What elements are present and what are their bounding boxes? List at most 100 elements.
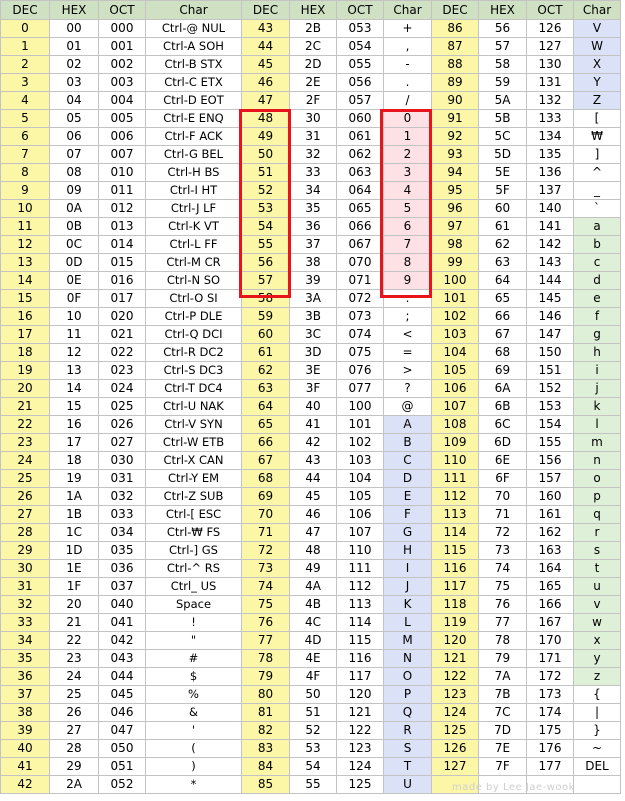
dec-cell-2: 75 (241, 595, 290, 614)
char-cell-1: % (145, 685, 242, 704)
char-cell-1: Ctrl-W ETB (145, 433, 242, 452)
oct-cell-2: 067 (336, 235, 384, 254)
hex-cell-1: 0E (49, 271, 99, 290)
char-cell-1: ' (145, 721, 242, 740)
oct-cell-1: 037 (98, 577, 146, 596)
char-cell-1: Ctrl-E ENQ (145, 109, 242, 128)
dec-cell-2: 72 (241, 541, 290, 560)
oct-cell-1: 016 (98, 271, 146, 290)
dec-cell-3: 108 (431, 415, 479, 434)
hex-cell-2: 2D (289, 55, 337, 74)
table-row: 34 22 042 " 77 4D 115 M 120 78 170 x (0, 631, 621, 650)
hex-cell-3: 79 (478, 649, 527, 668)
hex-cell-3: 62 (478, 235, 527, 254)
oct-cell-3: 136 (526, 163, 574, 182)
oct-cell-3: 132 (526, 91, 574, 110)
dec-cell-2: 62 (241, 361, 290, 380)
dec-cell-1: 36 (0, 667, 50, 686)
hex-cell-1: 0C (49, 235, 99, 254)
dec-cell-1: 11 (0, 217, 50, 236)
hex-cell-2: 4D (289, 631, 337, 650)
dec-cell-2: 52 (241, 181, 290, 200)
oct-cell-1: 043 (98, 649, 146, 668)
dec-cell-2: 53 (241, 199, 290, 218)
hex-cell-1: 23 (49, 649, 99, 668)
hex-cell-3: 71 (478, 505, 527, 524)
oct-cell-3: 151 (526, 361, 574, 380)
hex-cell-1: 08 (49, 163, 99, 182)
table-row: 18 12 022 Ctrl-R DC2 61 3D 075 = 104 68 150 h (0, 343, 621, 362)
oct-cell-3: 160 (526, 487, 574, 506)
hex-cell-2: 3A (289, 289, 337, 308)
char-cell-2: J (383, 577, 432, 596)
hex-cell-1: 20 (49, 595, 99, 614)
oct-cell-3: 176 (526, 739, 574, 758)
char-cell-1: ( (145, 739, 242, 758)
table-row: 0 00 000 Ctrl-@ NUL 43 2B 053 +86 56 126 V (0, 19, 621, 38)
char-cell-2: + (383, 19, 432, 38)
dec-cell-3: 121 (431, 649, 479, 668)
char-cell-2: 3 (383, 163, 432, 182)
oct-cell-3: 174 (526, 703, 574, 722)
oct-cell-3: 170 (526, 631, 574, 650)
dec-cell-3: 94 (431, 163, 479, 182)
hex-cell-1: 04 (49, 91, 99, 110)
table-row: 39 27 047 ' 82 52 122 R 125 7D 175} (0, 721, 621, 740)
oct-cell-3: 175 (526, 721, 574, 740)
char-cell-3: ` (573, 199, 621, 218)
dec-cell-2: 68 (241, 469, 290, 488)
char-cell-3: ₩ (573, 127, 621, 146)
char-cell-3: n (573, 451, 621, 470)
oct-cell-3: 143 (526, 253, 574, 272)
oct-cell-3: 137 (526, 181, 574, 200)
char-cell-2: 0 (383, 109, 432, 128)
char-cell-2: K (383, 595, 432, 614)
char-cell-3: c (573, 253, 621, 272)
char-cell-3: p (573, 487, 621, 506)
char-cell-2: 5 (383, 199, 432, 218)
char-cell-3: g (573, 325, 621, 344)
dec-cell-1: 22 (0, 415, 50, 434)
hex-cell-3: 7D (478, 721, 527, 740)
hex-cell-1: 13 (49, 361, 99, 380)
dec-cell-3: 102 (431, 307, 479, 326)
header-dec-3: DEC (431, 0, 479, 20)
hex-cell-3: 7B (478, 685, 527, 704)
dec-cell-3: 123 (431, 685, 479, 704)
dec-cell-3: 96 (431, 199, 479, 218)
oct-cell-3: 177 (526, 757, 574, 776)
dec-cell-2: 51 (241, 163, 290, 182)
oct-cell-1: 015 (98, 253, 146, 272)
oct-cell-1: 002 (98, 55, 146, 74)
char-cell-3: i (573, 361, 621, 380)
oct-cell-3: 161 (526, 505, 574, 524)
char-cell-1: # (145, 649, 242, 668)
oct-cell-1: 001 (98, 37, 146, 56)
char-cell-2: Q (383, 703, 432, 722)
header-oct-2: OCT (336, 0, 384, 20)
oct-cell-2: 104 (336, 469, 384, 488)
oct-cell-3: 171 (526, 649, 574, 668)
header-oct-1: OCT (98, 0, 146, 20)
oct-cell-2: 106 (336, 505, 384, 524)
dec-cell-3: 98 (431, 235, 479, 254)
dec-cell-2: 48 (241, 109, 290, 128)
char-cell-1: * (145, 775, 242, 794)
hex-cell-2: 47 (289, 523, 337, 542)
table-row: 21 15 025 Ctrl-U NAK 64 40 100 @107 6B 153 k (0, 397, 621, 416)
hex-cell-2: 50 (289, 685, 337, 704)
oct-cell-2: 077 (336, 379, 384, 398)
hex-cell-3: 5F (478, 181, 527, 200)
header-oct-3: OCT (526, 0, 574, 20)
oct-cell-1: 033 (98, 505, 146, 524)
oct-cell-2: 062 (336, 145, 384, 164)
hex-cell-1: 0B (49, 217, 99, 236)
dec-cell-3: 110 (431, 451, 479, 470)
dec-cell-1: 18 (0, 343, 50, 362)
char-cell-1: Ctrl-M CR (145, 253, 242, 272)
oct-cell-2: 121 (336, 703, 384, 722)
header-row: DEC HEX OCT Char DEC HEX OCT Char DEC HEX OCT Char (0, 0, 621, 20)
dec-cell-2: 66 (241, 433, 290, 452)
oct-cell-2: 057 (336, 91, 384, 110)
oct-cell-1: 047 (98, 721, 146, 740)
